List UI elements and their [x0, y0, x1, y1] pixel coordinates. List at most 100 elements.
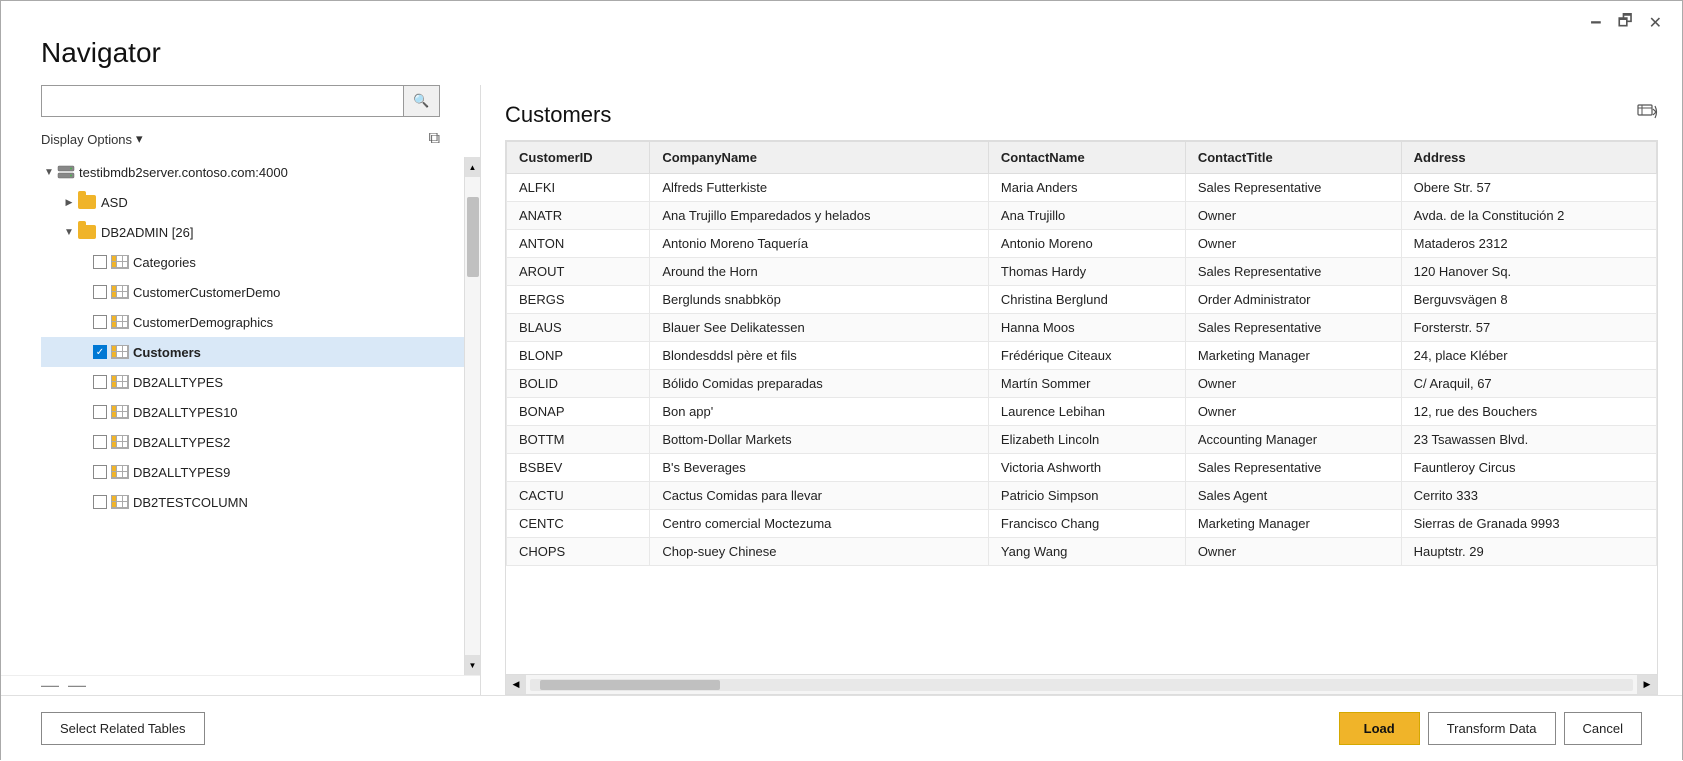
- cell-address: Cerrito 333: [1401, 482, 1656, 510]
- server-icon: [57, 165, 75, 179]
- title-bar: 🗕 🗗 ✕: [1, 1, 1682, 37]
- tree-item-categories[interactable]: Categories: [41, 247, 464, 277]
- cell-address: Berguvsvägen 8: [1401, 286, 1656, 314]
- tree-item-db2alltypes10[interactable]: DB2ALLTYPES10: [41, 397, 464, 427]
- asd-label: ASD: [101, 195, 128, 210]
- cancel-button[interactable]: Cancel: [1564, 712, 1642, 745]
- scroll-left-button[interactable]: [506, 675, 526, 695]
- scroll-right-button[interactable]: [1637, 675, 1657, 695]
- cd-checkbox[interactable]: [93, 315, 107, 329]
- categories-table-icon: [111, 255, 129, 269]
- tree-item-customerdemographics[interactable]: CustomerDemographics: [41, 307, 464, 337]
- export-button[interactable]: ⧉: [429, 130, 440, 148]
- tree-item-customercustomerdemo[interactable]: CustomerCustomerDemo: [41, 277, 464, 307]
- export-icon: ⧉: [429, 130, 440, 147]
- db2alltypes9-checkbox[interactable]: [93, 465, 107, 479]
- select-related-button[interactable]: Select Related Tables: [41, 712, 205, 745]
- display-options-button[interactable]: Display Options: [41, 129, 143, 149]
- db2alltypes10-checkbox[interactable]: [93, 405, 107, 419]
- cell-contacttitle: Sales Representative: [1185, 454, 1401, 482]
- right-panel-title: Customers: [505, 102, 611, 128]
- cell-address: 120 Hanover Sq.: [1401, 258, 1656, 286]
- left-scrollbar-track: [465, 177, 481, 655]
- scroll-right-icon: [1644, 679, 1651, 690]
- page-title: Navigator: [1, 37, 1682, 85]
- db2alltypes2-label: DB2ALLTYPES2: [133, 435, 230, 450]
- cell-address: Avda. de la Constitución 2: [1401, 202, 1656, 230]
- table-body: ALFKIAlfreds FutterkisteMaria AndersSale…: [507, 174, 1657, 566]
- cell-contactname: Victoria Ashworth: [988, 454, 1185, 482]
- tree-item-server[interactable]: ▼ testibmdb2server.contoso.com:4000: [41, 157, 464, 187]
- tree-item-db2alltypes[interactable]: DB2ALLTYPES: [41, 367, 464, 397]
- close-button[interactable]: ✕: [1641, 11, 1670, 35]
- data-table-scroll[interactable]: CustomerID CompanyName ContactName Conta…: [506, 141, 1657, 674]
- content-area: Display Options ⧉ ▼: [1, 85, 1682, 695]
- cell-contactname: Laurence Lebihan: [988, 398, 1185, 426]
- customers-checkbox[interactable]: [93, 345, 107, 359]
- maximize-button[interactable]: 🗗: [1610, 8, 1641, 39]
- cell-customerid: BSBEV: [507, 454, 650, 482]
- expand-db2admin-icon: ▼: [61, 227, 77, 238]
- db2alltypes10-table-icon: [111, 405, 129, 419]
- cell-contacttitle: Sales Representative: [1185, 174, 1401, 202]
- cd-label: CustomerDemographics: [133, 315, 273, 330]
- db2alltypes-checkbox[interactable]: [93, 375, 107, 389]
- cell-address: Hauptstr. 29: [1401, 538, 1656, 566]
- col-address: Address: [1401, 142, 1656, 174]
- db2alltypes10-label: DB2ALLTYPES10: [133, 405, 238, 420]
- cell-address: Fauntleroy Circus: [1401, 454, 1656, 482]
- search-button[interactable]: [404, 85, 440, 117]
- ccd-table-icon: [111, 285, 129, 299]
- ccd-checkbox[interactable]: [93, 285, 107, 299]
- left-scrollbar-up-button[interactable]: [465, 157, 481, 177]
- cell-companyname: Alfreds Futterkiste: [650, 174, 989, 202]
- tree-item-db2alltypes2[interactable]: DB2ALLTYPES2: [41, 427, 464, 457]
- table-row: BSBEVB's BeveragesVictoria AshworthSales…: [507, 454, 1657, 482]
- cell-companyname: Antonio Moreno Taquería: [650, 230, 989, 258]
- cell-contacttitle: Owner: [1185, 538, 1401, 566]
- minimize-button[interactable]: 🗕: [1582, 8, 1609, 39]
- db2alltypes2-checkbox[interactable]: [93, 435, 107, 449]
- db2alltypes-label: DB2ALLTYPES: [133, 375, 223, 390]
- table-row: BONAPBon app'Laurence LebihanOwner12, ru…: [507, 398, 1657, 426]
- search-icon: [413, 93, 429, 109]
- col-contacttitle: ContactTitle: [1185, 142, 1401, 174]
- search-row: [1, 85, 480, 125]
- data-table-container: CustomerID CompanyName ContactName Conta…: [505, 140, 1658, 695]
- cell-contacttitle: Owner: [1185, 230, 1401, 258]
- refresh-button[interactable]: [1636, 101, 1658, 128]
- tree-item-customers[interactable]: Customers: [41, 337, 464, 367]
- cell-contacttitle: Marketing Manager: [1185, 342, 1401, 370]
- left-panel-footer: — —: [1, 675, 480, 695]
- search-input[interactable]: [41, 85, 404, 117]
- cell-contactname: Elizabeth Lincoln: [988, 426, 1185, 454]
- tree-item-db2testcolumn[interactable]: DB2TESTCOLUMN: [41, 487, 464, 517]
- cell-contactname: Frédérique Citeaux: [988, 342, 1185, 370]
- db2admin-label: DB2ADMIN [26]: [101, 225, 193, 240]
- db2testcolumn-label: DB2TESTCOLUMN: [133, 495, 248, 510]
- cell-address: Sierras de Granada 9993: [1401, 510, 1656, 538]
- table-row: ALFKIAlfreds FutterkisteMaria AndersSale…: [507, 174, 1657, 202]
- left-scrollbar-down-button[interactable]: [465, 655, 481, 675]
- tree-item-db2admin[interactable]: ▼ DB2ADMIN [26]: [41, 217, 464, 247]
- bottom-bar-right: Load Transform Data Cancel: [1339, 712, 1642, 745]
- cell-companyname: Bottom-Dollar Markets: [650, 426, 989, 454]
- cell-customerid: BONAP: [507, 398, 650, 426]
- cell-contactname: Antonio Moreno: [988, 230, 1185, 258]
- cell-contacttitle: Accounting Manager: [1185, 426, 1401, 454]
- col-companyname: CompanyName: [650, 142, 989, 174]
- categories-checkbox[interactable]: [93, 255, 107, 269]
- load-button[interactable]: Load: [1339, 712, 1420, 745]
- cell-contacttitle: Owner: [1185, 398, 1401, 426]
- cell-customerid: BERGS: [507, 286, 650, 314]
- cell-customerid: ANATR: [507, 202, 650, 230]
- cell-companyname: Bon app': [650, 398, 989, 426]
- tree-item-db2alltypes9[interactable]: DB2ALLTYPES9: [41, 457, 464, 487]
- table-row: CENTCCentro comercial MoctezumaFrancisco…: [507, 510, 1657, 538]
- tree-scroll-area: ▼ testibmdb2server.contoso.com:4000: [1, 157, 480, 675]
- cell-contacttitle: Sales Representative: [1185, 314, 1401, 342]
- transform-data-button[interactable]: Transform Data: [1428, 712, 1556, 745]
- db2testcolumn-checkbox[interactable]: [93, 495, 107, 509]
- table-header-row: CustomerID CompanyName ContactName Conta…: [507, 142, 1657, 174]
- tree-item-asd[interactable]: ASD: [41, 187, 464, 217]
